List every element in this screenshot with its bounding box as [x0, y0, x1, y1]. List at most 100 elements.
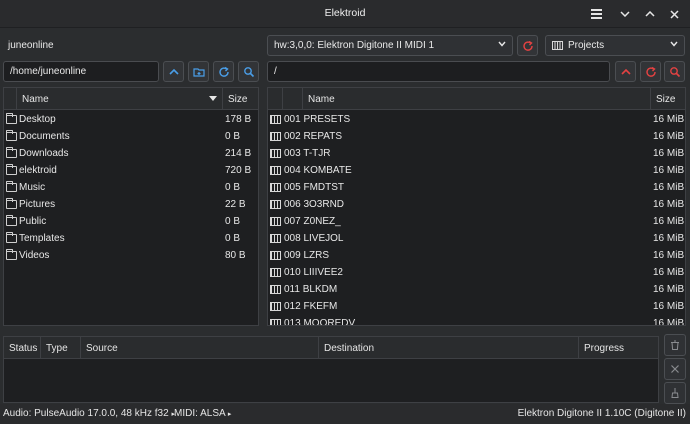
list-item[interactable]: 003 T-TJR 16 MiB: [268, 145, 685, 162]
up-button[interactable]: [163, 61, 184, 82]
list-item[interactable]: 008 LIVEJOL 16 MiB: [268, 230, 685, 247]
list-item[interactable]: 001 PRESETS 16 MiB: [268, 111, 685, 128]
remote-refresh-button[interactable]: [640, 61, 661, 82]
item-size: 0 B: [225, 182, 241, 193]
device-select[interactable]: hw:3,0,0: Elektron Digitone II MIDI 1: [267, 35, 513, 56]
item-size: 16 MiB: [653, 250, 685, 261]
play-icon: ▸: [227, 411, 232, 418]
item-size: 16 MiB: [653, 131, 685, 142]
list-item[interactable]: Videos 80 B: [4, 247, 258, 264]
list-item[interactable]: 012 FKEFM 16 MiB: [268, 298, 685, 315]
folder-icon: [6, 130, 17, 141]
name-column-header[interactable]: Name: [16, 88, 222, 110]
list-item[interactable]: 002 REPATS 16 MiB: [268, 128, 685, 145]
item-size: 0 B: [225, 216, 241, 227]
index-column-header: [282, 88, 302, 110]
list-item[interactable]: Music 0 B: [4, 179, 258, 196]
list-item[interactable]: 005 FMDTST 16 MiB: [268, 179, 685, 196]
type-column-label: Type: [46, 343, 68, 354]
size-column-label: Size: [656, 94, 676, 105]
list-item[interactable]: 013 MOOREDV 16 MiB: [268, 315, 685, 326]
item-size: 16 MiB: [653, 216, 685, 227]
broom-icon: [671, 388, 679, 398]
status-column-header[interactable]: Status: [4, 337, 40, 359]
progress-column-label: Progress: [584, 343, 625, 354]
pattern-icon: [270, 200, 281, 209]
item-name: 003 T-TJR: [284, 148, 331, 159]
item-size: 214 B: [225, 148, 252, 159]
size-column-header[interactable]: Size: [222, 88, 258, 110]
menu-icon[interactable]: [586, 4, 606, 24]
item-size: 16 MiB: [653, 301, 685, 312]
list-item[interactable]: 004 KOMBATE 16 MiB: [268, 162, 685, 179]
list-item[interactable]: elektroid 720 B: [4, 162, 258, 179]
maximize-icon[interactable]: [640, 4, 660, 24]
clear-tasks-button[interactable]: [664, 334, 686, 356]
folder-icon: [6, 113, 17, 124]
list-item[interactable]: 011 BLKDM 16 MiB: [268, 281, 685, 298]
list-item[interactable]: 006 3O3RND 16 MiB: [268, 196, 685, 213]
size-column-header[interactable]: Size: [650, 88, 685, 110]
item-name: 005 FMDTST: [284, 182, 345, 193]
midi-status[interactable]: MIDI: ALSA ▸: [174, 408, 231, 419]
item-size: 16 MiB: [653, 318, 685, 326]
clean-tasks-button[interactable]: [664, 382, 686, 404]
pattern-icon: [270, 251, 281, 260]
item-name: Downloads: [19, 148, 69, 159]
item-name: 001 PRESETS: [284, 114, 351, 125]
pane-splitter[interactable]: [262, 86, 264, 326]
item-size: 16 MiB: [653, 148, 685, 159]
add-folder-button[interactable]: [188, 61, 209, 82]
refresh-button[interactable]: [213, 61, 234, 82]
list-item[interactable]: 007 Z0NEZ_ 16 MiB: [268, 213, 685, 230]
folder-icon: [6, 249, 17, 260]
name-column-header[interactable]: Name: [302, 88, 650, 110]
cancel-tasks-button[interactable]: [664, 358, 686, 380]
folder-icon: [6, 198, 17, 209]
item-size: 16 MiB: [653, 233, 685, 244]
device-refresh-button[interactable]: [517, 35, 538, 56]
remote-search-button[interactable]: [664, 61, 685, 82]
type-column-header[interactable]: Type: [40, 337, 80, 359]
search-button[interactable]: [238, 61, 259, 82]
size-column-label: Size: [228, 94, 248, 105]
remote-path-input[interactable]: /: [267, 61, 610, 82]
task-list-header: Status Type Source Destination Progress: [4, 337, 658, 359]
folder-add-icon: [192, 67, 205, 77]
item-size: 16 MiB: [653, 165, 685, 176]
refresh-icon: [522, 40, 533, 51]
source-column-header[interactable]: Source: [80, 337, 318, 359]
item-name: 011 BLKDM: [284, 284, 338, 295]
close-icon[interactable]: [664, 4, 684, 24]
pattern-icon: [552, 41, 563, 50]
device-select-value: hw:3,0,0: Elektron Digitone II MIDI 1: [274, 40, 435, 51]
progress-column-header[interactable]: Progress: [578, 337, 658, 359]
list-item[interactable]: Pictures 22 B: [4, 196, 258, 213]
title-bar: Elektroid: [0, 0, 690, 28]
audio-status[interactable]: Audio: PulseAudio 17.0.0, 48 kHz f32 ▸: [3, 408, 175, 419]
list-item[interactable]: Templates 0 B: [4, 230, 258, 247]
item-name: Templates: [19, 233, 65, 244]
device-status: Elektron Digitone II 1.10C (Digitone II): [517, 408, 686, 419]
list-item[interactable]: Downloads 214 B: [4, 145, 258, 162]
close-icon: [671, 365, 679, 373]
pattern-icon: [270, 132, 281, 141]
remote-up-button[interactable]: [615, 61, 636, 82]
pattern-icon: [270, 217, 281, 226]
folder-icon: [6, 215, 17, 226]
list-item[interactable]: 009 LZRS 16 MiB: [268, 247, 685, 264]
audio-status-label: Audio: PulseAudio 17.0.0, 48 kHz f32: [3, 408, 169, 419]
list-item[interactable]: Documents 0 B: [4, 128, 258, 145]
list-item[interactable]: Public 0 B: [4, 213, 258, 230]
chevron-down-icon: [497, 39, 507, 52]
minimize-icon[interactable]: [615, 4, 635, 24]
local-file-list[interactable]: Name Size Desktop 178 B Documents 0 B Downlo…: [3, 87, 259, 326]
item-name: Public: [19, 216, 47, 227]
local-path-input[interactable]: /home/juneonline: [3, 61, 159, 82]
list-item[interactable]: 010 LIIIVEE2 16 MiB: [268, 264, 685, 281]
filesystem-select[interactable]: Projects: [545, 35, 685, 56]
remote-file-list[interactable]: Name Size 001 PRESETS 16 MiB 002 REPATS 16 …: [267, 87, 686, 326]
destination-column-header[interactable]: Destination: [318, 337, 578, 359]
list-item[interactable]: Desktop 178 B: [4, 111, 258, 128]
task-list[interactable]: Status Type Source Destination Progress: [3, 336, 659, 403]
